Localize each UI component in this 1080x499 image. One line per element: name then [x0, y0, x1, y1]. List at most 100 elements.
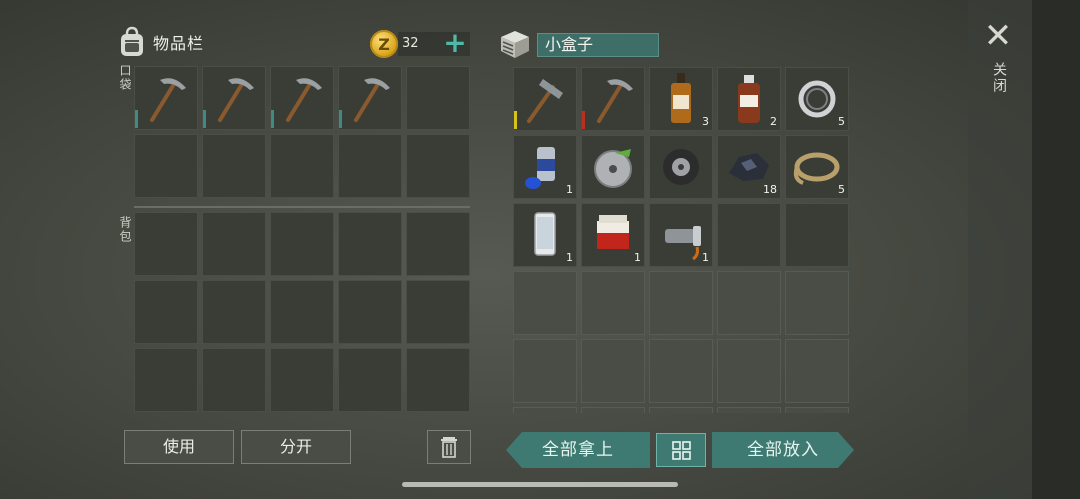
item-count: 3 — [702, 115, 709, 128]
pickaxe-icon — [150, 78, 186, 122]
empty-slot[interactable] — [270, 348, 334, 412]
item-slot-flashlight[interactable]: 1 — [649, 203, 713, 267]
put-all-button[interactable]: 全部放入 — [712, 432, 854, 468]
trash-button[interactable] — [427, 430, 471, 464]
empty-slot[interactable] — [406, 348, 470, 412]
empty-slot[interactable] — [513, 407, 577, 413]
empty-slot[interactable] — [338, 280, 402, 344]
empty-slot[interactable] — [134, 212, 198, 276]
close-label[interactable]: 关闭 — [989, 62, 1009, 94]
hammer-icon — [527, 79, 563, 123]
coin-icon: Z — [370, 30, 398, 58]
backpack-icon — [121, 26, 143, 56]
backpack-grid — [134, 212, 470, 412]
pocket-label: 口袋 — [118, 64, 132, 92]
tire-icon — [663, 149, 699, 185]
section-divider — [134, 206, 470, 208]
item-count: 1 — [634, 251, 641, 264]
empty-slot[interactable] — [202, 134, 266, 198]
item-slot-whiskey-bottle[interactable]: 3 — [649, 67, 713, 131]
close-button[interactable]: ✕ — [983, 19, 1013, 53]
empty-slot[interactable] — [270, 280, 334, 344]
inventory-header: 物品栏 — [117, 26, 204, 58]
durability-bar — [271, 110, 274, 128]
coin-count: 32 — [402, 36, 419, 51]
item-slot-cigarette-pack[interactable]: 1 — [581, 203, 645, 267]
empty-slot[interactable] — [202, 212, 266, 276]
sort-grid-button[interactable] — [656, 433, 706, 467]
split-button[interactable]: 分开 — [241, 430, 351, 464]
screen-edge — [1032, 0, 1080, 499]
pickaxe-icon — [354, 78, 390, 122]
empty-slot[interactable] — [406, 280, 470, 344]
empty-slot[interactable] — [717, 203, 781, 267]
empty-slot[interactable] — [406, 66, 470, 130]
empty-slot[interactable] — [270, 134, 334, 198]
trash-icon — [441, 437, 457, 458]
empty-slot[interactable] — [338, 212, 402, 276]
empty-slot[interactable] — [338, 348, 402, 412]
item-slot-rope[interactable]: 5 — [785, 135, 849, 199]
empty-slot[interactable] — [134, 280, 198, 344]
empty-slot[interactable] — [134, 134, 198, 198]
item-slot-pickaxe[interactable] — [134, 66, 198, 130]
item-slot-smartphone[interactable]: 1 — [513, 203, 577, 267]
empty-slot[interactable] — [513, 271, 577, 335]
item-count: 1 — [566, 183, 573, 196]
empty-slot[interactable] — [785, 203, 849, 267]
empty-slot[interactable] — [785, 271, 849, 335]
item-slot-hammer[interactable] — [513, 67, 577, 131]
empty-slot[interactable] — [717, 271, 781, 335]
item-count: 1 — [566, 251, 573, 264]
use-button[interactable]: 使用 — [124, 430, 234, 464]
item-count: 5 — [838, 183, 845, 196]
item-slot-pickaxe[interactable] — [581, 67, 645, 131]
empty-slot[interactable] — [406, 134, 470, 198]
item-slot-bearing-ring[interactable]: 5 — [785, 67, 849, 131]
empty-slot[interactable] — [270, 212, 334, 276]
empty-slot[interactable] — [649, 271, 713, 335]
empty-slot[interactable] — [202, 348, 266, 412]
empty-slot[interactable] — [785, 339, 849, 403]
durability-bar — [135, 110, 138, 128]
empty-slot[interactable] — [338, 134, 402, 198]
saw-blade-icon — [594, 149, 632, 188]
inventory-title: 物品栏 — [153, 34, 205, 53]
durability-bar — [339, 110, 342, 128]
item-slot-spray-paint-can[interactable]: 1 — [513, 135, 577, 199]
item-count: 2 — [770, 115, 777, 128]
item-slot-pickaxe[interactable] — [202, 66, 266, 130]
empty-slot[interactable] — [513, 339, 577, 403]
item-slot-pickaxe[interactable] — [270, 66, 334, 130]
empty-slot[interactable] — [649, 339, 713, 403]
container-grid: 3 2 5 1 18 5 1 1 1 — [513, 67, 849, 413]
empty-slot[interactable] — [785, 407, 849, 413]
backpack-label: 背包 — [118, 216, 132, 244]
box-icon — [501, 31, 529, 58]
add-currency-button[interactable]: + — [442, 29, 468, 58]
empty-slot[interactable] — [581, 407, 645, 413]
durability-bar — [514, 111, 517, 129]
pickaxe-icon — [286, 78, 322, 122]
home-indicator[interactable] — [402, 482, 678, 487]
empty-slot[interactable] — [581, 271, 645, 335]
container-name-field[interactable]: 小盒子 — [537, 33, 659, 57]
empty-slot[interactable] — [406, 212, 470, 276]
empty-slot[interactable] — [202, 280, 266, 344]
item-count: 5 — [838, 115, 845, 128]
empty-slot[interactable] — [581, 339, 645, 403]
item-count: 18 — [763, 183, 777, 196]
item-slot-coal-ore[interactable]: 18 — [717, 135, 781, 199]
empty-slot[interactable] — [717, 339, 781, 403]
empty-slot[interactable] — [717, 407, 781, 413]
take-all-button[interactable]: 全部拿上 — [506, 432, 650, 468]
grid-icon — [672, 441, 691, 460]
empty-slot[interactable] — [649, 407, 713, 413]
item-slot-tire[interactable] — [649, 135, 713, 199]
item-slot-saw-blade[interactable] — [581, 135, 645, 199]
item-slot-pickaxe[interactable] — [338, 66, 402, 130]
item-slot-medicine-bottle[interactable]: 2 — [717, 67, 781, 131]
pickaxe-icon — [218, 78, 254, 122]
empty-slot[interactable] — [134, 348, 198, 412]
item-count: 1 — [702, 251, 709, 264]
